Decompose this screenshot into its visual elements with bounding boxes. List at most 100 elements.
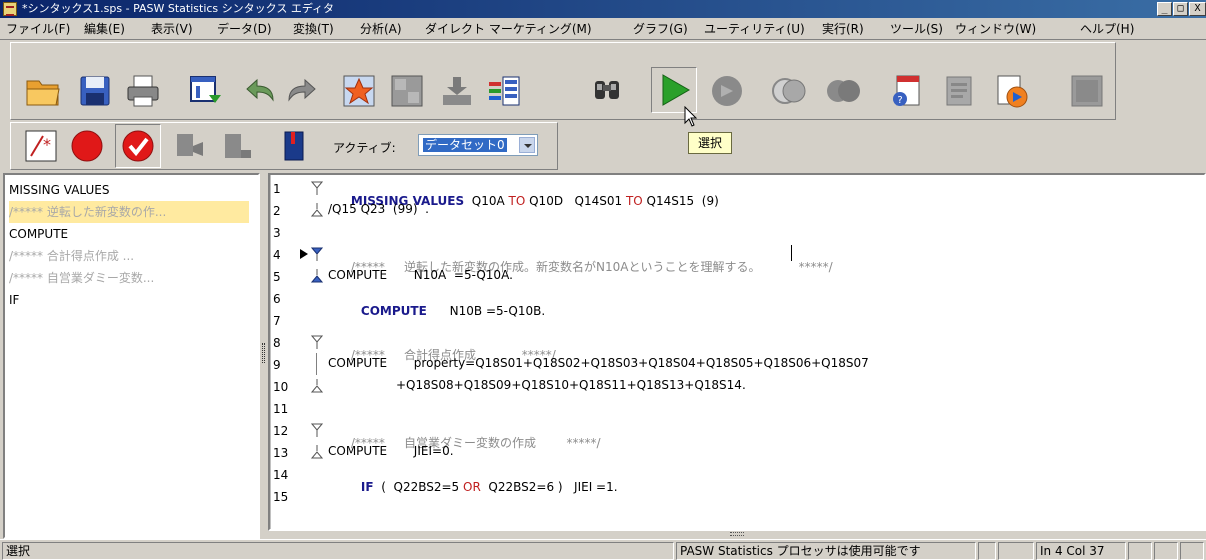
fold-end-icon: [311, 269, 323, 283]
syntax-toolbar: * アクティブ: データセット0: [10, 122, 558, 170]
app-icon[interactable]: [3, 2, 17, 16]
svg-text:*: *: [43, 135, 51, 154]
code-text: /Q15 Q23 (99) .: [328, 202, 429, 216]
active-dataset-icon[interactable]: [993, 73, 1029, 109]
line-number: 3: [273, 226, 281, 240]
code-text: +Q18S08+Q18S09+Q18S10+Q18S11+Q18S13+Q18S…: [396, 378, 746, 392]
processor-status: PASW Statistics プロセッサは使用可能です: [676, 542, 976, 560]
menu-tools[interactable]: ツール(S): [890, 22, 943, 36]
toggle-comment-icon[interactable]: *: [23, 128, 59, 164]
code-text: COMPUTE property=Q18S01+Q18S02+Q18S03+Q1…: [328, 356, 869, 370]
menu-data[interactable]: データ(D): [217, 22, 272, 36]
fold-start-icon[interactable]: [311, 247, 323, 261]
line-number: 15: [273, 490, 289, 504]
next-bookmark-icon[interactable]: [219, 128, 255, 164]
menu-run[interactable]: 実行(R): [822, 22, 864, 36]
chevron-down-icon[interactable]: [519, 137, 535, 153]
svg-text:?: ?: [897, 95, 902, 106]
menu-bar: ファイル(F) 編集(E) 表示(V) データ(D) 変換(T) 分析(A) ダ…: [0, 18, 1206, 40]
line-number: 10: [273, 380, 289, 394]
line-number: 12: [273, 424, 289, 438]
tooltip: 選択: [688, 132, 732, 154]
continue-icon[interactable]: [825, 73, 861, 109]
editor-line[interactable]: 13 COMPUTE JIEI=0.: [270, 441, 1206, 463]
step-through-icon[interactable]: [709, 73, 745, 109]
open-folder-icon[interactable]: [25, 73, 61, 109]
clear-breakpoints-icon: [122, 130, 154, 162]
editor-line[interactable]: 7: [270, 309, 1206, 331]
fold-start-icon[interactable]: [311, 335, 323, 349]
navigation-pane: MISSING VALUES /***** 逆転した新変数の作... COMPU…: [3, 173, 260, 539]
help-icon[interactable]: ?: [889, 73, 925, 109]
status-bar: 選択 PASW Statistics プロセッサは使用可能です In 4 Col…: [0, 539, 1206, 560]
fold-end-icon: [311, 379, 323, 393]
editor-line[interactable]: 9 COMPUTE property=Q18S01+Q18S02+Q18S03+…: [270, 353, 1206, 375]
minimize-button[interactable]: _: [1157, 2, 1172, 16]
code-text: COMPUTE N10A =5-Q10A.: [328, 268, 513, 282]
editor-line[interactable]: 4 /***** 逆転した新変数の作成。新変数名がN10Aということを理解する。…: [270, 243, 1206, 274]
close-button[interactable]: X: [1189, 2, 1206, 16]
menu-edit[interactable]: 編集(E): [84, 22, 125, 36]
breakpoint-icon[interactable]: [69, 128, 105, 164]
editor-line[interactable]: 8 /***** 合計得点作成 *****/: [270, 331, 1206, 362]
menu-analyze[interactable]: 分析(A): [360, 22, 402, 36]
editor-line[interactable]: 6 COMPUTE N10B =5-Q10B.: [270, 287, 1206, 318]
step-forward-icon[interactable]: [771, 73, 807, 109]
menu-window[interactable]: ウィンドウ(W): [955, 22, 1036, 36]
menu-utilities[interactable]: ユーティリティ(U): [704, 22, 805, 36]
fold-end-icon: [311, 203, 323, 217]
editor-splitter[interactable]: [268, 531, 1206, 539]
menu-transform[interactable]: 変換(T): [293, 22, 334, 36]
find-icon[interactable]: [589, 73, 625, 109]
use-variable-sets-icon[interactable]: [487, 73, 523, 109]
pane-splitter[interactable]: [260, 173, 268, 539]
editor-line[interactable]: 3: [270, 221, 1206, 243]
editor-line[interactable]: 10 +Q18S08+Q18S09+Q18S10+Q18S11+Q18S13+Q…: [270, 375, 1206, 397]
editor-line[interactable]: 14 IF ( Q22BS2=5 OR Q22BS2=6 ) JIEI =1.: [270, 463, 1206, 494]
nav-item-if[interactable]: IF: [9, 289, 19, 311]
menu-graphs[interactable]: グラフ(G): [633, 22, 688, 36]
editor-line[interactable]: 1 MISSING VALUES Q10A TO Q10D Q14S01 TO …: [270, 177, 1206, 208]
syntax-editor[interactable]: 1 MISSING VALUES Q10A TO Q10D Q14S01 TO …: [268, 173, 1206, 531]
undo-icon[interactable]: [241, 73, 277, 109]
editor-line[interactable]: 12 /***** 自営業ダミー変数の作成 *****/: [270, 419, 1206, 450]
nav-item-comment-dummy[interactable]: /***** 自営業ダミー変数...: [9, 267, 154, 289]
go-to-case-icon[interactable]: [341, 73, 377, 109]
active-dataset-select[interactable]: データセット0: [418, 134, 538, 156]
editor-line[interactable]: 15: [270, 485, 1206, 507]
line-number: 9: [273, 358, 281, 372]
editor-line[interactable]: 5 COMPUTE N10A =5-Q10A.: [270, 265, 1206, 287]
menu-direct-marketing[interactable]: ダイレクト マーケティング(M): [425, 22, 592, 36]
nav-item-missing-values[interactable]: MISSING VALUES: [9, 179, 109, 201]
fold-start-icon[interactable]: [311, 423, 323, 437]
book-icon[interactable]: [277, 128, 313, 164]
nav-item-comment-reverse[interactable]: /***** 逆転した新変数の作...: [9, 201, 249, 223]
editor-line[interactable]: 2 /Q15 Q23 (99) .: [270, 199, 1206, 221]
maximize-button[interactable]: □: [1173, 2, 1188, 16]
status-cell-empty: [1180, 542, 1204, 560]
code-text: COMPUTE JIEI=0.: [328, 444, 454, 458]
variables-icon[interactable]: [439, 73, 475, 109]
splitter-grip: [730, 532, 744, 536]
fold-start-icon[interactable]: [311, 181, 323, 195]
redo-icon[interactable]: [285, 73, 321, 109]
options-icon[interactable]: [1069, 73, 1105, 109]
menu-view[interactable]: 表示(V): [151, 22, 193, 36]
syntax-help-icon[interactable]: [941, 73, 977, 109]
editor-line[interactable]: 11: [270, 397, 1206, 419]
status-cell-empty: [1154, 542, 1178, 560]
line-number: 2: [273, 204, 281, 218]
bookmark-icon[interactable]: [171, 128, 207, 164]
clear-breakpoints-button[interactable]: [115, 124, 161, 168]
print-icon[interactable]: [125, 73, 161, 109]
text-cursor: [791, 245, 792, 261]
mouse-pointer-icon: [684, 106, 698, 127]
menu-help[interactable]: ヘルプ(H): [1080, 22, 1134, 36]
save-icon[interactable]: [77, 73, 113, 109]
go-to-variable-icon[interactable]: [389, 73, 425, 109]
menu-file[interactable]: ファイル(F): [6, 22, 70, 36]
nav-item-comment-total[interactable]: /***** 合計得点作成 ...: [9, 245, 134, 267]
title-bar: *シンタックス1.sps - PASW Statistics シンタックス エデ…: [0, 0, 1206, 18]
recall-dialog-icon[interactable]: [187, 73, 223, 109]
nav-item-compute[interactable]: COMPUTE: [9, 223, 68, 245]
